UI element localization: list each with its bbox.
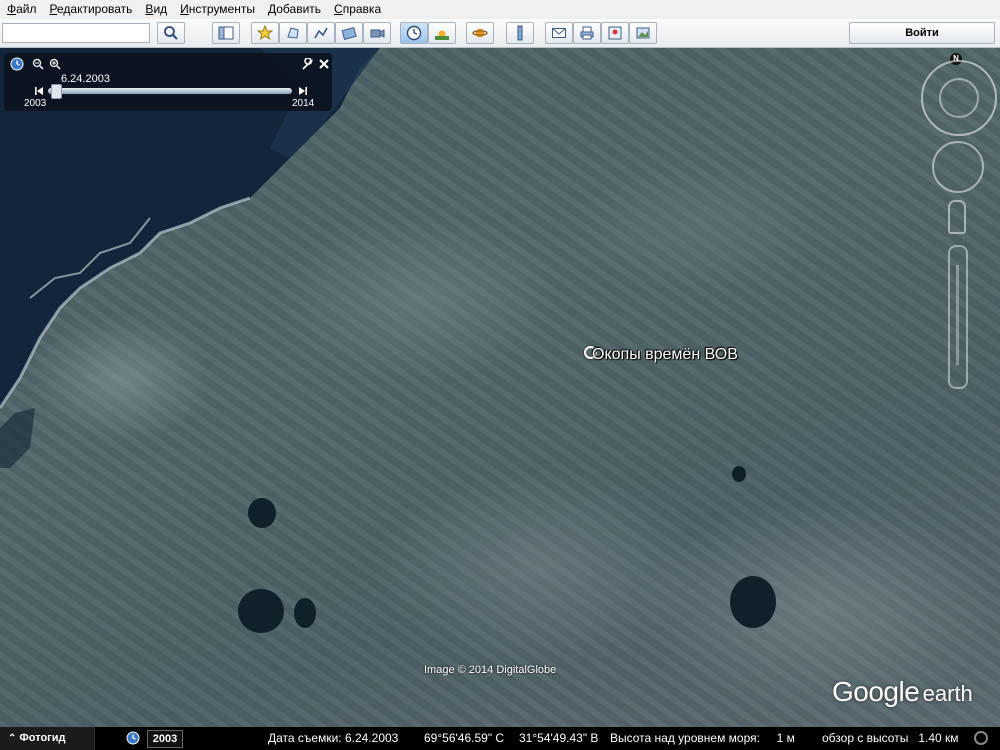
sidebar-toggle-button[interactable] bbox=[212, 22, 240, 44]
google-earth-logo: Google earth bbox=[832, 676, 973, 707]
image-overlay-button[interactable] bbox=[335, 22, 363, 44]
longitude: 31°54'49.43" В bbox=[519, 731, 599, 745]
email-button[interactable] bbox=[545, 22, 573, 44]
menu-help[interactable]: Справка bbox=[327, 0, 387, 19]
time-slider-track[interactable] bbox=[48, 88, 292, 94]
sunlight-button[interactable] bbox=[428, 22, 456, 44]
add-path-button[interactable] bbox=[307, 22, 335, 44]
historical-imagery-clock-icon[interactable] bbox=[126, 731, 140, 745]
email-icon bbox=[552, 28, 566, 38]
imagery-copyright: Image © 2014 DigitalGlobe bbox=[424, 664, 557, 676]
ruler-button[interactable] bbox=[506, 22, 534, 44]
lake bbox=[238, 589, 284, 633]
menu-bar: Файл Редактировать Вид Инструменты Добав… bbox=[0, 0, 1000, 19]
save-image-icon bbox=[636, 27, 650, 39]
toolbar: Войти bbox=[0, 19, 1000, 48]
status-bar: ⌃ Фотогид 2003 Дата съемки: 6.24.2003 69°… bbox=[0, 727, 1000, 750]
record-tour-button[interactable] bbox=[363, 22, 391, 44]
sunlight-icon bbox=[435, 30, 449, 40]
zoom-in-icon bbox=[49, 58, 61, 70]
add-path-icon bbox=[314, 27, 328, 39]
save-image-button[interactable] bbox=[629, 22, 657, 44]
historical-imagery-button[interactable] bbox=[400, 22, 428, 44]
wrench-icon bbox=[301, 57, 313, 70]
chevron-up-icon: ⌃ bbox=[8, 733, 17, 744]
add-polygon-button[interactable] bbox=[279, 22, 307, 44]
add-placemark-icon bbox=[257, 25, 273, 41]
clock-icon bbox=[10, 57, 24, 71]
sign-in-button[interactable]: Войти bbox=[849, 22, 995, 44]
add-placemark-button[interactable] bbox=[251, 22, 279, 44]
menu-view[interactable]: Вид bbox=[138, 0, 173, 19]
capture-date: Дата съемки: 6.24.2003 bbox=[268, 731, 399, 745]
close-icon bbox=[319, 59, 329, 69]
move-control[interactable] bbox=[932, 141, 984, 193]
search-icon bbox=[164, 26, 178, 40]
time-slider-end-year: 2014 bbox=[292, 98, 315, 109]
imagery-year-badge[interactable]: 2003 bbox=[147, 730, 183, 748]
lake bbox=[732, 466, 746, 482]
eye-altitude: обзор с высоты 1.40 км bbox=[822, 731, 959, 745]
menu-add[interactable]: Добавить bbox=[261, 0, 327, 19]
menu-tools[interactable]: Инструменты bbox=[173, 0, 261, 19]
zoom-out-time-button[interactable] bbox=[31, 57, 45, 71]
compass-look-ring[interactable] bbox=[939, 78, 979, 118]
zoom-in-time-button[interactable] bbox=[48, 57, 62, 71]
zoom-slider-rail[interactable] bbox=[956, 265, 959, 365]
sea-area bbox=[0, 48, 380, 468]
time-slider-start-year: 2003 bbox=[24, 98, 47, 109]
image-overlay-icon bbox=[341, 26, 357, 40]
sidebar-toggle-icon bbox=[218, 26, 234, 40]
print-icon bbox=[580, 26, 594, 40]
elevation: Высота над уровнем моря: 1 м bbox=[610, 731, 795, 745]
menu-file[interactable]: Файл bbox=[0, 0, 43, 19]
search-button[interactable] bbox=[157, 22, 185, 44]
skip-back-icon bbox=[35, 87, 43, 95]
historical-imagery-icon bbox=[406, 25, 422, 41]
view-in-maps-button[interactable] bbox=[601, 22, 629, 44]
menu-edit[interactable]: Редактировать bbox=[43, 0, 139, 19]
close-time-panel-button[interactable] bbox=[317, 57, 331, 71]
skip-forward-icon bbox=[299, 87, 307, 95]
lake bbox=[730, 576, 776, 628]
view-in-maps-icon bbox=[608, 26, 622, 40]
lake bbox=[294, 598, 316, 628]
add-polygon-icon bbox=[287, 27, 299, 39]
search-input[interactable] bbox=[2, 23, 150, 43]
switch-to-sky-button[interactable] bbox=[466, 22, 494, 44]
switch-to-sky-icon bbox=[472, 28, 488, 38]
record-tour-icon bbox=[370, 29, 385, 38]
previous-date-button[interactable] bbox=[32, 84, 46, 98]
compass-control[interactable] bbox=[921, 60, 997, 136]
street-view-pegman-icon[interactable] bbox=[948, 200, 966, 234]
print-button[interactable] bbox=[573, 22, 601, 44]
ruler-icon bbox=[517, 25, 523, 41]
latitude: 69°56'46.59" С bbox=[424, 731, 505, 745]
time-settings-button[interactable] bbox=[300, 57, 314, 71]
photo-tour-button[interactable]: ⌃ Фотогид bbox=[0, 727, 95, 750]
time-slider-thumb[interactable] bbox=[51, 84, 62, 99]
map-view[interactable]: Окопы времён ВОВ Image © 2014 DigitalGlo… bbox=[0, 48, 1000, 727]
lake bbox=[248, 498, 276, 528]
next-date-button[interactable] bbox=[296, 84, 310, 98]
zoom-out-icon bbox=[32, 58, 44, 70]
historical-imagery-panel: 6.24.2003 2003 2014 bbox=[4, 53, 332, 111]
placemark-label[interactable]: Окопы времён ВОВ bbox=[592, 346, 738, 364]
time-slider-date: 6.24.2003 bbox=[61, 73, 110, 85]
zoom-slider[interactable] bbox=[948, 245, 968, 389]
streaming-indicator-icon bbox=[974, 731, 988, 745]
